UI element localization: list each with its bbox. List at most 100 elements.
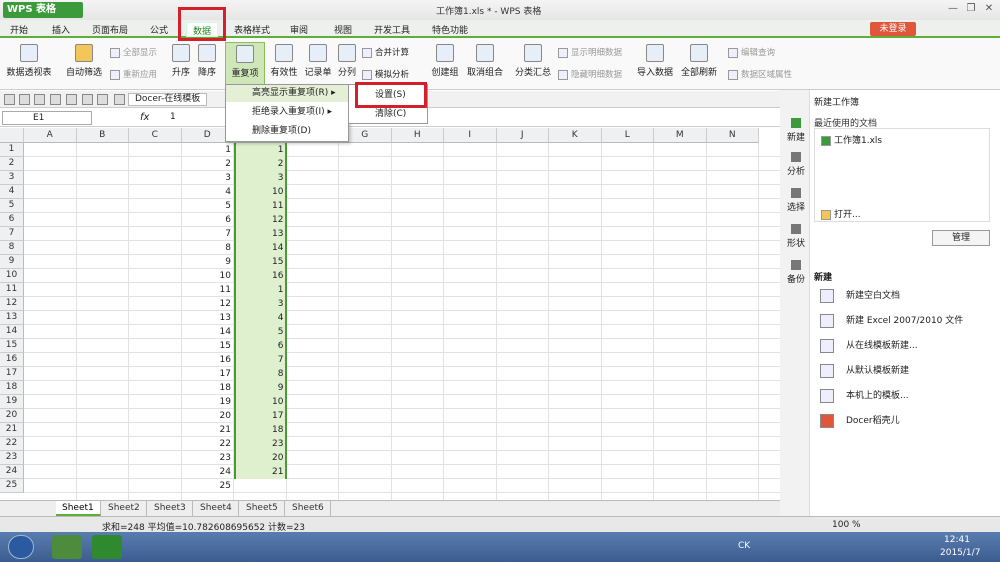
reject-duplicates-item[interactable]: 拒绝录入重复项(I) ▸ xyxy=(226,104,348,121)
cell-e[interactable]: 9 xyxy=(234,381,287,395)
cell-d[interactable]: 4 xyxy=(182,185,235,199)
cell-d[interactable]: 8 xyxy=(182,241,235,255)
cell-e[interactable]: 3 xyxy=(234,171,287,185)
column-header-i[interactable]: I xyxy=(444,128,497,143)
cell-d[interactable]: 24 xyxy=(182,465,235,479)
range-prop-button[interactable]: 数据区域属性 xyxy=(728,68,792,80)
sheet-tab-sheet3[interactable]: Sheet3 xyxy=(148,501,193,516)
subtotal-button[interactable]: 分类汇总 xyxy=(512,44,554,78)
show-all-button[interactable]: 全部显示 xyxy=(110,46,157,58)
new-blank-doc[interactable]: 新建空白文档 xyxy=(820,287,900,305)
cell-e[interactable]: 12 xyxy=(234,213,287,227)
row-header[interactable]: 8 xyxy=(0,241,24,255)
row-header[interactable]: 22 xyxy=(0,437,24,451)
print-icon[interactable] xyxy=(50,94,61,105)
local-templates[interactable]: 本机上的模板... xyxy=(820,387,909,405)
cell-e[interactable]: 23 xyxy=(234,437,287,451)
cell-e[interactable]: 6 xyxy=(234,339,287,353)
cell-d[interactable]: 21 xyxy=(182,423,235,437)
app-logo[interactable]: WPS 表格 xyxy=(3,2,83,18)
row-header[interactable]: 25 xyxy=(0,479,24,493)
cell-d[interactable]: 12 xyxy=(182,297,235,311)
row-header[interactable]: 11 xyxy=(0,283,24,297)
row-header[interactable]: 5 xyxy=(0,199,24,213)
cell-d[interactable]: 17 xyxy=(182,367,235,381)
validity-button[interactable]: 有效性 xyxy=(268,44,300,78)
whatif-button[interactable]: 模拟分析 xyxy=(362,68,409,80)
manage-button[interactable]: 管理 xyxy=(932,230,990,246)
row-header[interactable]: 24 xyxy=(0,465,24,479)
cell-d[interactable]: 18 xyxy=(182,381,235,395)
open-icon[interactable] xyxy=(4,94,15,105)
pane-tab-backup[interactable]: 备份 xyxy=(784,260,808,285)
import-button[interactable]: 导入数据 xyxy=(636,44,674,78)
minimize-icon[interactable]: — xyxy=(946,2,960,16)
split-button[interactable]: 分列 xyxy=(336,44,358,78)
row-header[interactable]: 21 xyxy=(0,423,24,437)
menu-insert[interactable]: 插入 xyxy=(52,23,70,36)
column-header-m[interactable]: M xyxy=(654,128,707,143)
menu-dev[interactable]: 开发工具 xyxy=(374,23,410,36)
cell-d[interactable]: 1 xyxy=(182,143,235,157)
cell-d[interactable]: 16 xyxy=(182,353,235,367)
docer-tab[interactable]: Docer-在线模板 xyxy=(128,93,208,106)
cell-d[interactable]: 23 xyxy=(182,451,235,465)
cell-d[interactable]: 11 xyxy=(182,283,235,297)
row-header[interactable]: 6 xyxy=(0,213,24,227)
undo-icon[interactable] xyxy=(82,94,93,105)
group-button[interactable]: 创建组 xyxy=(428,44,462,78)
row-header[interactable]: 1 xyxy=(0,143,24,157)
cell-e[interactable]: 21 xyxy=(234,465,287,479)
highlight-duplicates-item[interactable]: 高亮显示重复项(R) ▸ xyxy=(226,85,348,102)
cell-e[interactable]: 20 xyxy=(234,451,287,465)
row-header[interactable]: 15 xyxy=(0,339,24,353)
menu-style[interactable]: 表格样式 xyxy=(234,23,270,36)
cell-e[interactable]: 4 xyxy=(234,311,287,325)
cell-d[interactable]: 13 xyxy=(182,311,235,325)
sheet-tab-sheet4[interactable]: Sheet4 xyxy=(194,501,239,516)
pane-tab-new[interactable]: 新建 xyxy=(784,118,808,143)
row-header[interactable]: 10 xyxy=(0,269,24,283)
row-header[interactable]: 19 xyxy=(0,395,24,409)
cell-e[interactable]: 2 xyxy=(234,157,287,171)
record-button[interactable]: 记录单 xyxy=(302,44,334,78)
select-all-corner[interactable] xyxy=(0,128,24,143)
row-header[interactable]: 4 xyxy=(0,185,24,199)
autofilter-button[interactable]: 自动筛选 xyxy=(64,44,104,78)
pivot-button[interactable]: 数据透视表 xyxy=(6,44,52,78)
column-header-k[interactable]: K xyxy=(549,128,602,143)
cell-d[interactable]: 7 xyxy=(182,227,235,241)
cell-d[interactable]: 20 xyxy=(182,409,235,423)
sheet-tab-sheet5[interactable]: Sheet5 xyxy=(240,501,285,516)
cell-e[interactable]: 11 xyxy=(234,199,287,213)
pane-tab-analysis[interactable]: 分析 xyxy=(784,152,808,177)
cell-e[interactable]: 7 xyxy=(234,353,287,367)
sheet-tab-sheet6[interactable]: Sheet6 xyxy=(286,501,331,516)
preview-icon[interactable] xyxy=(66,94,77,105)
pane-tab-shape[interactable]: 形状 xyxy=(784,224,808,249)
delete-duplicates-item[interactable]: 删除重复项(D) xyxy=(226,123,348,140)
column-header-n[interactable]: N xyxy=(706,128,759,143)
menu-formula[interactable]: 公式 xyxy=(150,23,168,36)
cell-d[interactable]: 22 xyxy=(182,437,235,451)
row-header[interactable]: 20 xyxy=(0,409,24,423)
row-header[interactable]: 2 xyxy=(0,157,24,171)
cell-d[interactable]: 6 xyxy=(182,213,235,227)
name-box[interactable]: E1 xyxy=(2,111,92,125)
clear-item[interactable]: 清除(C) xyxy=(349,106,427,122)
cell-d[interactable]: 3 xyxy=(182,171,235,185)
row-header[interactable]: 17 xyxy=(0,367,24,381)
cell-e[interactable]: 13 xyxy=(234,227,287,241)
cell-e[interactable]: 18 xyxy=(234,423,287,437)
column-header-j[interactable]: J xyxy=(496,128,549,143)
show-detail-button[interactable]: 显示明细数据 xyxy=(558,46,622,58)
cell-e[interactable]: 14 xyxy=(234,241,287,255)
menu-review[interactable]: 审阅 xyxy=(290,23,308,36)
cell-d[interactable]: 2 xyxy=(182,157,235,171)
sheet-tab-sheet1[interactable]: Sheet1 xyxy=(56,501,101,516)
row-header[interactable]: 9 xyxy=(0,255,24,269)
sort-desc-button[interactable]: 降序 xyxy=(194,44,220,78)
reapply-button[interactable]: 重新应用 xyxy=(110,68,157,80)
cell-d[interactable]: 14 xyxy=(182,325,235,339)
docer-icon[interactable] xyxy=(114,94,125,105)
